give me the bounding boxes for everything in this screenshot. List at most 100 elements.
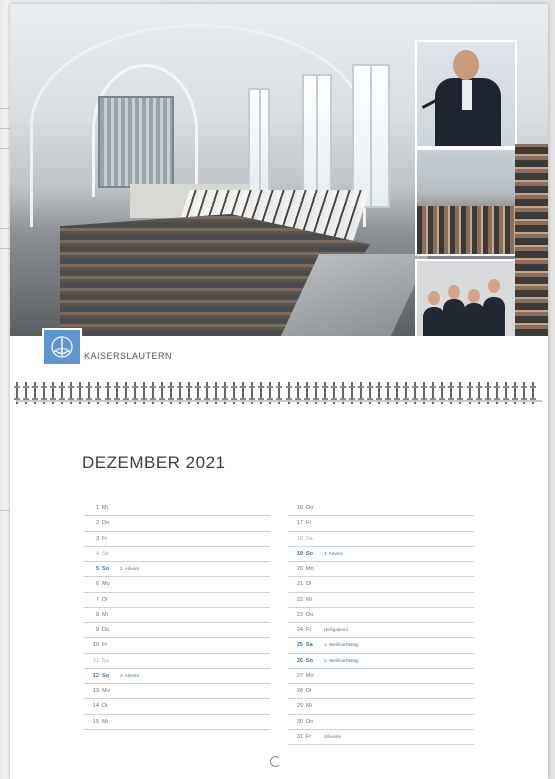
day-number: 25 bbox=[296, 642, 303, 649]
calendar-day-row: 24 Fr Heiligabend bbox=[288, 623, 474, 639]
calendar-day-row: 23 Do bbox=[288, 608, 474, 623]
day-of-week: Mi bbox=[102, 611, 108, 618]
day-of-week: Fr bbox=[102, 535, 108, 542]
day-number: 27 bbox=[296, 672, 303, 679]
inset-photo-congregation bbox=[415, 148, 517, 256]
day-number: 28 bbox=[296, 688, 303, 694]
background-rule bbox=[0, 128, 10, 129]
calendar-day-row: 31 Fr Silvester bbox=[288, 730, 474, 745]
day-number: 31 bbox=[296, 733, 303, 740]
calendar-day-row: 3 Fr bbox=[84, 532, 270, 547]
calendar-day-row: 28 Di bbox=[288, 684, 474, 700]
day-number: 11 bbox=[93, 657, 99, 664]
pipe-organ bbox=[98, 96, 174, 188]
day-of-week: Do bbox=[306, 611, 314, 618]
day-number: 9 bbox=[95, 627, 99, 633]
calendar-day-row: 9 Do bbox=[84, 623, 270, 639]
day-number: 13 bbox=[92, 688, 99, 694]
day-note: 3. Advent bbox=[120, 672, 139, 678]
speaker-shirt bbox=[462, 80, 472, 110]
calendar-column-left: 1 Mi 2 Do 3 Fr 4 Sa 5 So 2. Advent 6 Mo 7 Di 8 Mi 9 Do 10 Fr… bbox=[84, 501, 270, 730]
person-head bbox=[488, 279, 500, 293]
inset-photo-speaker bbox=[415, 40, 517, 148]
day-of-week: Mi bbox=[102, 505, 108, 511]
day-note: 2. Weihnachtstag bbox=[324, 657, 359, 663]
inset-photo-officials bbox=[415, 259, 517, 336]
day-of-week: Do bbox=[102, 520, 110, 527]
day-number: 21 bbox=[296, 581, 303, 588]
day-note: Silvester bbox=[324, 733, 342, 739]
day-note: 1. Weihnachtstag bbox=[324, 642, 359, 648]
day-number: 22 bbox=[296, 596, 303, 603]
speaker-head bbox=[453, 50, 479, 80]
person-head bbox=[448, 285, 460, 299]
calendar-day-row: 18 Sa bbox=[288, 532, 474, 547]
window bbox=[302, 74, 332, 198]
day-number: 16 bbox=[296, 505, 303, 511]
calendar-sheet: KAISERSLAUTERN DEZEMBER 2021 1 Mi 2 Do 3 Fr 4 S… bbox=[10, 4, 548, 779]
binding-rule bbox=[16, 400, 542, 402]
day-note: Heiligabend bbox=[324, 627, 348, 632]
calendar-day-row: 7 Di bbox=[84, 593, 270, 608]
church-interior-photo bbox=[10, 4, 548, 336]
day-of-week: Fr bbox=[102, 642, 108, 649]
day-number: 12 bbox=[92, 672, 99, 679]
day-of-week: Mi bbox=[306, 596, 312, 603]
day-number: 10 bbox=[92, 642, 99, 649]
day-number: 5 bbox=[95, 566, 99, 572]
person-head bbox=[428, 291, 440, 305]
day-of-week: So bbox=[102, 566, 110, 572]
day-number: 2 bbox=[95, 520, 99, 527]
day-number: 4 bbox=[95, 550, 99, 557]
day-of-week: Do bbox=[306, 505, 314, 511]
calendar-day-row: 25 Sa 1. Weihnachtstag bbox=[288, 638, 474, 654]
day-of-week: Sa bbox=[306, 642, 313, 649]
day-number: 1 bbox=[95, 505, 99, 511]
day-number: 6 bbox=[95, 581, 99, 588]
calendar-day-row: 17 Fr bbox=[288, 516, 474, 532]
person-suit bbox=[483, 297, 505, 336]
calendar-day-row: 12 So 3. Advent bbox=[84, 669, 270, 684]
day-number: 7 bbox=[95, 596, 99, 603]
calendar-day-row: 14 Di bbox=[84, 699, 270, 715]
person-suit bbox=[443, 299, 465, 336]
right-edge-crowd bbox=[515, 144, 548, 336]
month-title: DEZEMBER 2021 bbox=[82, 453, 226, 472]
day-number: 29 bbox=[296, 703, 303, 710]
day-of-week: Do bbox=[306, 718, 314, 725]
day-of-week: Mi bbox=[102, 718, 108, 725]
calendar-day-row: 8 Mi bbox=[84, 608, 270, 623]
calendar-day-row: 4 Sa bbox=[84, 547, 270, 562]
day-number: 3 bbox=[95, 535, 99, 542]
day-number: 17 bbox=[296, 520, 303, 527]
day-of-week: Sa bbox=[306, 535, 313, 542]
calendar-day-row: 30 Do bbox=[288, 715, 474, 730]
day-of-week: So bbox=[306, 657, 314, 664]
day-number: 24 bbox=[296, 627, 303, 633]
church-emblem-icon bbox=[42, 328, 82, 366]
window bbox=[248, 88, 270, 192]
person-head bbox=[468, 289, 480, 303]
day-number: 19 bbox=[296, 550, 303, 557]
calendar-day-row: 26 So 2. Weihnachtstag bbox=[288, 654, 474, 669]
day-number: 20 bbox=[296, 566, 303, 572]
day-of-week: Fr bbox=[306, 520, 312, 527]
day-of-week: Fr bbox=[306, 733, 312, 740]
background-rule bbox=[0, 510, 10, 511]
background-rule bbox=[0, 108, 10, 109]
day-of-week: Mo bbox=[306, 672, 314, 679]
day-of-week: Fr bbox=[306, 627, 312, 633]
person-suit bbox=[423, 307, 445, 336]
calendar-day-row: 2 Do bbox=[84, 516, 270, 532]
calendar-day-row: 5 So 2. Advent bbox=[84, 562, 270, 578]
day-of-week: Di bbox=[306, 581, 312, 588]
calendar-day-row: 16 Do bbox=[288, 501, 474, 517]
day-of-week: Mo bbox=[102, 581, 110, 588]
day-of-week: Di bbox=[306, 688, 312, 694]
day-number: 26 bbox=[296, 657, 303, 664]
calendar-day-row: 11 Sa bbox=[84, 654, 270, 669]
calendar-day-row: 15 Mi bbox=[84, 715, 270, 730]
day-of-week: Di bbox=[102, 703, 108, 710]
day-number: 8 bbox=[95, 611, 99, 618]
calendar-day-row: 27 Mo bbox=[288, 669, 474, 684]
